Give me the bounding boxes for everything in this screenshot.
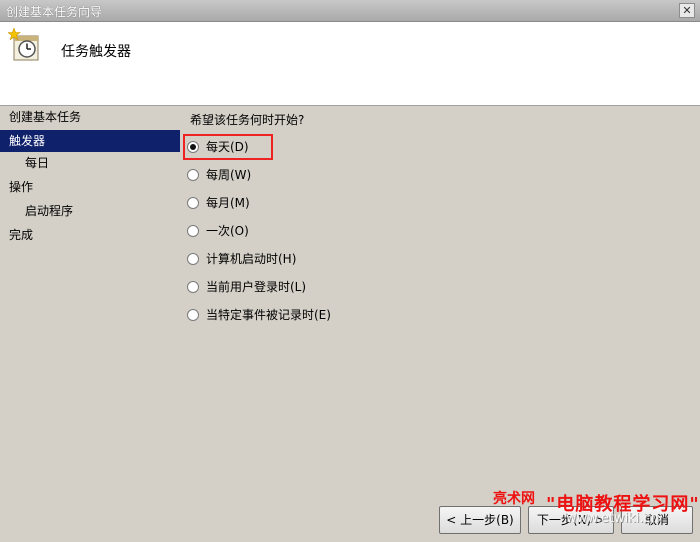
sidebar-item-label: 完成 — [9, 228, 34, 242]
radio-label: 计算机启动时(H) — [206, 252, 297, 266]
radio-label: 当特定事件被记录时(E) — [206, 308, 331, 322]
window-titlebar[interactable]: 创建基本任务向导 ✕ — [0, 0, 700, 22]
radio-button[interactable] — [187, 169, 199, 181]
radio-label: 一次(O) — [206, 224, 249, 238]
trigger-question: 希望该任务何时开始? — [190, 113, 305, 127]
radio-button[interactable] — [187, 225, 199, 237]
radio-label: 当前用户登录时(L) — [206, 280, 307, 294]
watermark-url: www.etwiki.cn — [566, 511, 659, 526]
sidebar-item-action[interactable]: 操作 — [0, 176, 180, 198]
back-button[interactable]: < 上一步(B) — [439, 506, 521, 534]
radio-button[interactable] — [187, 253, 199, 265]
radio-button[interactable] — [187, 281, 199, 293]
sidebar-item-daily[interactable]: 每日 — [0, 152, 180, 174]
task-clock-icon — [7, 27, 42, 62]
close-icon: ✕ — [682, 4, 692, 17]
radio-label: 每周(W) — [206, 168, 252, 182]
sidebar-item-label: 启动程序 — [25, 204, 74, 218]
radio-button[interactable] — [187, 197, 199, 209]
wizard-header: 任务触发器 — [0, 22, 700, 106]
sidebar-item-start-program[interactable]: 启动程序 — [0, 200, 180, 222]
window-title: 创建基本任务向导 — [6, 5, 103, 19]
sidebar-item-finish[interactable]: 完成 — [0, 224, 180, 246]
wizard-steps-sidebar: 创建基本任务 触发器 每日 操作 启动程序 完成 — [0, 106, 181, 542]
sidebar-item-trigger[interactable]: 触发器 — [0, 130, 180, 152]
sidebar-item-label: 创建基本任务 — [9, 110, 82, 124]
sidebar-item-label: 每日 — [25, 156, 50, 170]
page-title: 任务触发器 — [61, 44, 131, 60]
sidebar-item-label: 触发器 — [9, 134, 46, 148]
radio-button[interactable] — [187, 309, 199, 321]
sidebar-item-create-basic-task[interactable]: 创建基本任务 — [0, 106, 180, 128]
close-button[interactable]: ✕ — [679, 3, 695, 18]
radio-label: 每月(M) — [206, 196, 250, 210]
sidebar-item-label: 操作 — [9, 180, 34, 194]
annotation-highlight-box — [183, 134, 273, 160]
watermark-site: 亮术网 — [493, 491, 535, 507]
trigger-options-panel: 希望该任务何时开始? 每天(D) 每周(W) 每月(M) 一次(O) 计算机启动… — [181, 106, 700, 542]
